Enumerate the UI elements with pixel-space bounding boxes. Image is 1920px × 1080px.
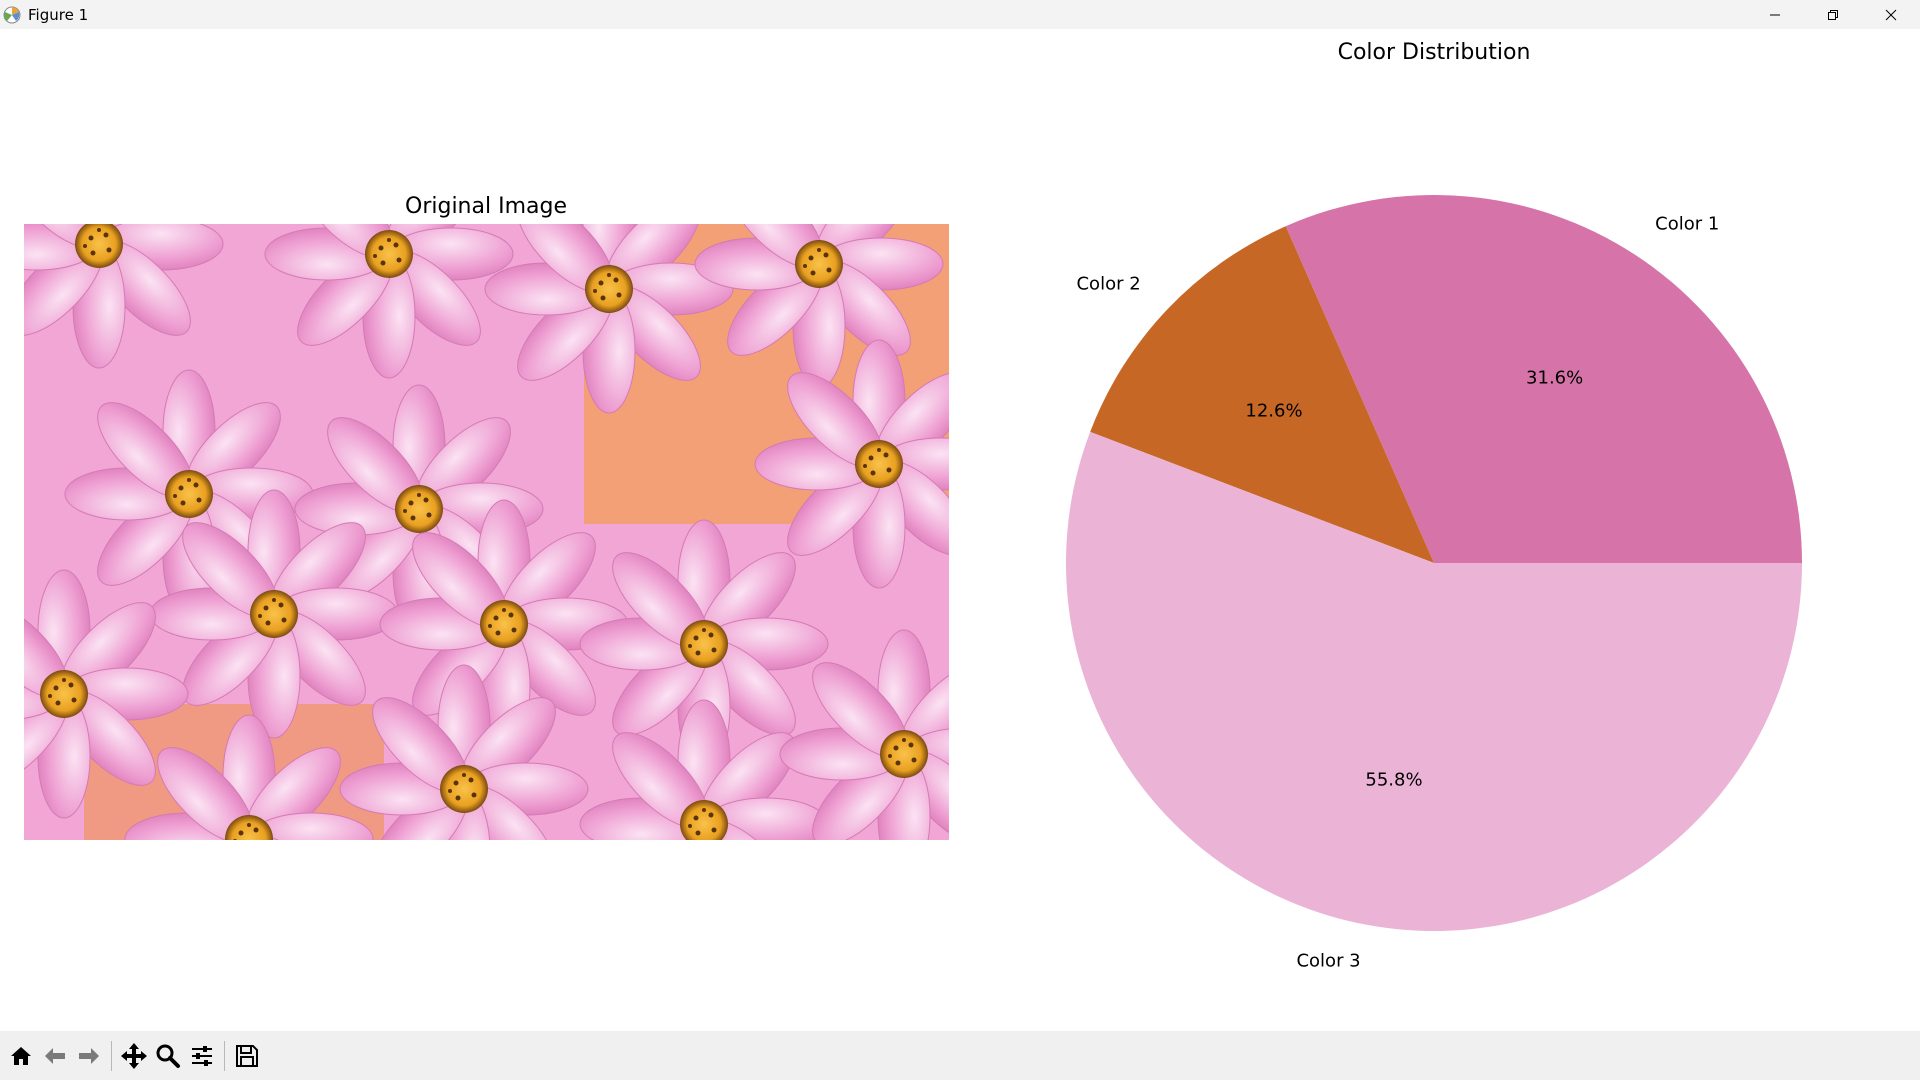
matplotlib-app-icon bbox=[2, 5, 22, 25]
forward-arrow-icon bbox=[79, 1047, 99, 1064]
close-icon bbox=[1885, 9, 1897, 20]
back-arrow-icon bbox=[45, 1047, 65, 1064]
pie-category-label: Color 3 bbox=[1296, 951, 1360, 972]
back-button[interactable] bbox=[38, 1039, 72, 1073]
forward-button[interactable] bbox=[72, 1039, 106, 1073]
zoom-icon bbox=[156, 1044, 180, 1068]
original-image bbox=[24, 224, 949, 840]
figure-window: Figure 1 Original Image Color Distributi… bbox=[0, 0, 1920, 1080]
pie-percent-label: 12.6% bbox=[1245, 400, 1302, 421]
window-controls bbox=[1746, 0, 1920, 29]
restore-button[interactable] bbox=[1804, 0, 1862, 29]
minimize-icon bbox=[1770, 14, 1780, 15]
restore-icon bbox=[1828, 9, 1838, 20]
save-icon bbox=[236, 1044, 258, 1067]
pie-percent-label: 31.6% bbox=[1526, 368, 1583, 389]
zoom-button[interactable] bbox=[151, 1039, 185, 1073]
save-button[interactable] bbox=[230, 1039, 264, 1073]
pie-category-label: Color 1 bbox=[1655, 213, 1719, 234]
pie-percent-label: 55.8% bbox=[1365, 770, 1422, 791]
image-axes-title: Original Image bbox=[405, 194, 567, 219]
toolbar-separator bbox=[224, 1040, 225, 1071]
minimize-button[interactable] bbox=[1746, 0, 1804, 29]
close-button[interactable] bbox=[1862, 0, 1920, 29]
home-icon bbox=[11, 1046, 31, 1065]
configure-subplots-button[interactable] bbox=[185, 1039, 219, 1073]
pie-chart-title: Color Distribution bbox=[1337, 40, 1531, 65]
configure-subplots-icon bbox=[192, 1045, 212, 1066]
toolbar-separator bbox=[111, 1040, 112, 1071]
flowers-photo bbox=[24, 224, 949, 840]
pie-category-label: Color 2 bbox=[1076, 274, 1140, 295]
pan-icon bbox=[121, 1042, 147, 1069]
window-title: Figure 1 bbox=[28, 5, 89, 24]
title-bar: Figure 1 bbox=[0, 0, 1920, 29]
navigation-toolbar bbox=[0, 1031, 1920, 1080]
pan-button[interactable] bbox=[117, 1039, 151, 1073]
pie-chart: 31.6% Color 1 12.6% Color 2 55.8% Color 3 bbox=[1066, 195, 1802, 972]
figure-canvas[interactable]: Original Image Color Distribution 31.6% … bbox=[0, 29, 1920, 1031]
home-button[interactable] bbox=[4, 1039, 38, 1073]
